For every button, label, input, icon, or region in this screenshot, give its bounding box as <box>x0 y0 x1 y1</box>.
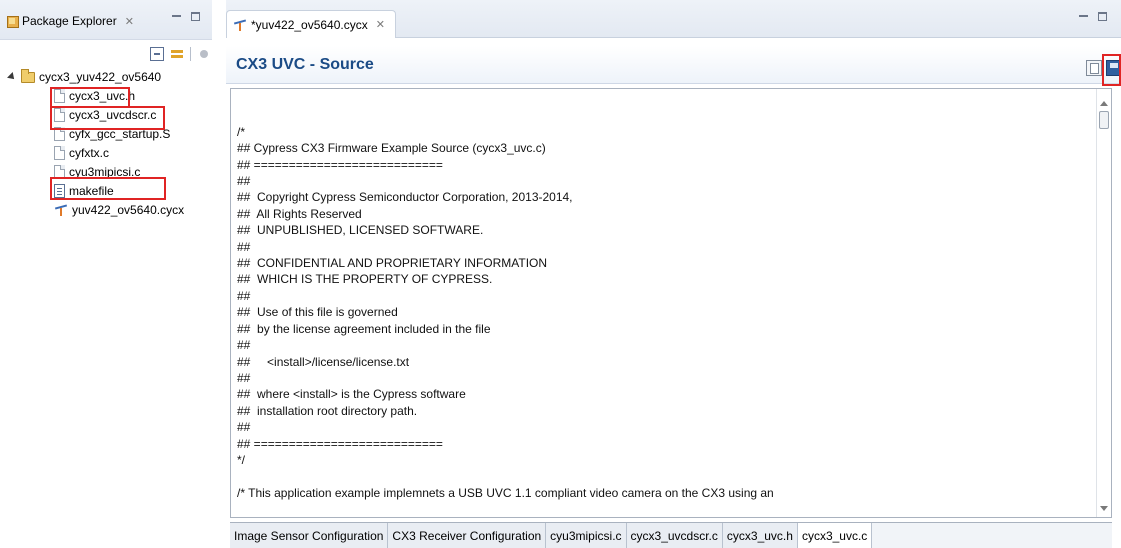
source-line <box>237 107 774 123</box>
source-line: ## where <install> is the Cypress softwa… <box>237 387 466 402</box>
bottom-tab[interactable]: cycx3_uvcdscr.c <box>626 523 723 548</box>
source-line: ## WHICH IS THE PROPERTY OF CYPRESS. <box>237 272 493 287</box>
expand-triangle-icon[interactable] <box>7 72 17 82</box>
source-line: ## <box>237 370 251 385</box>
source-line: ## Use of this file is governed <box>237 305 398 320</box>
vertical-scrollbar[interactable] <box>1096 89 1111 517</box>
source-line: ## =========================== <box>237 157 443 172</box>
minimize-icon[interactable] <box>172 15 181 17</box>
highlight-box <box>1102 54 1121 86</box>
collapse-all-icon[interactable] <box>150 47 164 61</box>
scroll-up-icon[interactable] <box>1100 101 1108 106</box>
source-line: ## <install>/license/license.txt <box>237 354 410 369</box>
editor-window-controls <box>1079 12 1107 21</box>
close-icon[interactable]: ✕ <box>125 15 134 28</box>
source-code: /* ## Cypress CX3 Firmware Example Source… <box>237 91 774 501</box>
file-icon <box>54 146 65 160</box>
tree-item-project[interactable]: cycx3_yuv422_ov5640 <box>7 68 162 86</box>
maximize-icon[interactable] <box>191 12 200 21</box>
source-line: */ <box>237 452 246 467</box>
maximize-icon[interactable] <box>1098 12 1107 21</box>
link-with-editor-icon[interactable] <box>170 47 184 61</box>
source-line: ## <box>237 420 251 435</box>
source-line: ## <box>237 338 251 353</box>
source-text-area[interactable]: /* ## Cypress CX3 Firmware Example Source… <box>230 88 1112 518</box>
tree-item-file[interactable]: cyfxtx.c <box>54 144 109 162</box>
source-line: ## CONFIDENTIAL AND PROPRIETARY INFORMAT… <box>237 256 548 271</box>
editor-header: CX3 UVC - Source <box>226 46 1121 86</box>
toolbar-separator <box>190 47 191 61</box>
package-explorer-tab[interactable]: Package Explorer ✕ <box>6 10 134 32</box>
minimize-icon[interactable] <box>1079 15 1088 17</box>
source-line: ## <box>237 239 251 254</box>
view-window-controls <box>172 12 200 21</box>
scrollbar-thumb[interactable] <box>1099 111 1109 129</box>
bottom-tab[interactable]: Image Sensor Configuration <box>230 523 389 548</box>
source-line: ## Copyright Cypress Semiconductor Corpo… <box>237 190 573 205</box>
source-line: ## by the license agreement included in … <box>237 321 491 336</box>
bottom-tab[interactable]: cycx3_uvc.c <box>797 523 873 548</box>
copy-icon[interactable] <box>1086 60 1102 76</box>
bottom-tabbar: Image Sensor Configuration CX3 Receiver C… <box>230 522 873 548</box>
bean-icon[interactable] <box>197 47 211 61</box>
source-line: ## Cypress CX3 Firmware Example Source (… <box>237 141 546 156</box>
source-line: /* <box>237 124 246 139</box>
highlight-box <box>50 177 166 200</box>
tree-item-file[interactable]: yuv422_ov5640.cycx <box>54 201 184 219</box>
package-explorer-tab-label: Package Explorer <box>22 14 117 28</box>
editor-area: *yuv422_ov5640.cycx ✕ CX3 UVC - Source /… <box>226 0 1121 548</box>
folder-icon <box>21 68 35 83</box>
tree-item-label: cyfxtx.c <box>69 146 110 160</box>
editor-tabbar: *yuv422_ov5640.cycx ✕ <box>226 0 1121 38</box>
close-icon[interactable]: ✕ <box>376 18 385 31</box>
source-line <box>237 91 774 107</box>
source-line: ## =========================== <box>237 436 443 451</box>
source-line: ## <box>237 288 251 303</box>
source-line: ## All Rights Reserved <box>237 206 362 221</box>
editor-title: CX3 UVC - Source <box>236 56 374 73</box>
scroll-down-icon[interactable] <box>1100 506 1108 511</box>
bottom-tab[interactable]: cycx3_uvc.h <box>722 523 798 548</box>
source-line: ## installation root directory path. <box>237 403 418 418</box>
package-explorer-panel: Package Explorer ✕ cycx3_yuv422_ov5640 c… <box>0 0 231 548</box>
tree-item-label: cycx3_yuv422_ov5640 <box>39 70 162 84</box>
panel-divider[interactable] <box>212 0 226 548</box>
highlight-box <box>50 87 130 108</box>
editor-tab-yuv422-cycx[interactable]: *yuv422_ov5640.cycx ✕ <box>226 10 396 38</box>
cycx-config-icon <box>233 18 247 32</box>
highlight-box <box>50 106 165 130</box>
cycx-config-icon <box>54 203 68 217</box>
source-line: /* This application example implemnets a… <box>237 485 774 500</box>
bottom-tab[interactable]: CX3 Receiver Configuration <box>388 523 547 548</box>
editor-tab-label: *yuv422_ov5640.cycx <box>251 17 368 32</box>
source-line <box>237 468 774 484</box>
package-explorer-tabbar: Package Explorer ✕ <box>0 0 212 40</box>
source-line: ## UNPUBLISHED, LICENSED SOFTWARE. <box>237 223 484 238</box>
source-line: ## <box>237 174 251 189</box>
package-explorer-icon <box>6 15 19 28</box>
bottom-tab[interactable]: cyu3mipicsi.c <box>546 523 627 548</box>
tree-item-label: yuv422_ov5640.cycx <box>72 203 185 217</box>
